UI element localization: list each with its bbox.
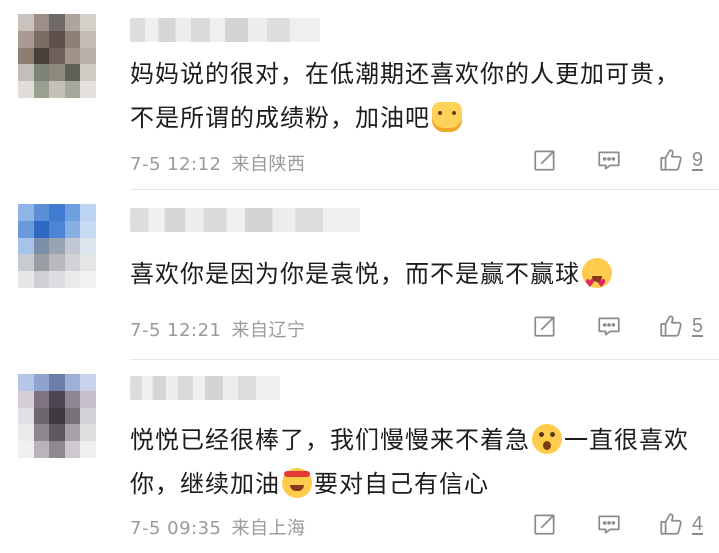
like-count[interactable]: 9 [692,149,703,172]
heart-eyes-emoji-icon [582,258,612,306]
like-count[interactable]: 5 [692,315,703,338]
comment-item: 喜欢你是因为你是袁悦，而不是赢不赢球 7-5 12:21 来自辽宁 5 [0,190,719,360]
comment-icon[interactable] [594,510,624,538]
comment-location: 来自陕西 [231,154,306,175]
comment-meta: 7-5 09:35 来自上海 [130,514,306,540]
avatar[interactable] [18,374,96,458]
share-icon[interactable] [530,146,560,174]
comment-meta: 7-5 12:12 来自陕西 [130,150,306,176]
comment-icon[interactable] [594,312,624,340]
thumbs-up-icon[interactable] [656,146,686,174]
avatar[interactable] [18,204,96,288]
comment-location: 来自上海 [231,518,306,539]
comment-actions: 9 [530,146,703,174]
cheering-face-emoji-icon [282,468,312,498]
username-blurred[interactable] [130,18,320,42]
comment-icon[interactable] [594,146,624,174]
comment-text: 妈妈说的很对，在低潮期还喜欢你的人更加可贵，不是所谓的成绩粉，加油吧 [130,60,680,132]
comment-date: 7-5 12:21 [130,320,222,341]
comment-text: 悦悦已经很棒了，我们慢慢来不着急 一直很喜欢你，继续加油 要对自己有信心 [130,424,689,498]
like-count[interactable]: 4 [692,513,703,536]
avatar[interactable] [18,14,96,98]
share-icon[interactable] [530,312,560,340]
comment-date: 7-5 09:35 [130,518,222,539]
comment-actions: 5 [530,312,703,340]
cat-face-emoji-icon [432,102,462,132]
share-icon[interactable] [530,510,560,538]
thumbs-up-icon[interactable] [656,510,686,538]
comment-item: 悦悦已经很棒了，我们慢慢来不着急 一直很喜欢你，继续加油 要对自己有信心 7-5 0… [0,360,719,553]
comment-item: 妈妈说的很对，在低潮期还喜欢你的人更加可贵，不是所谓的成绩粉，加油吧 7-5 1… [0,0,719,190]
username-blurred[interactable] [130,208,360,232]
comment-meta: 7-5 12:21 来自辽宁 [130,316,306,342]
comment-date: 7-5 12:12 [130,154,222,175]
username-blurred[interactable] [130,376,280,400]
comment-actions: 4 [530,510,703,538]
comment-text: 喜欢你是因为你是袁悦，而不是赢不赢球 [130,252,700,306]
shocked-face-emoji-icon [532,424,562,454]
comment-location: 来自辽宁 [231,320,306,341]
thumbs-up-icon[interactable] [656,312,686,340]
